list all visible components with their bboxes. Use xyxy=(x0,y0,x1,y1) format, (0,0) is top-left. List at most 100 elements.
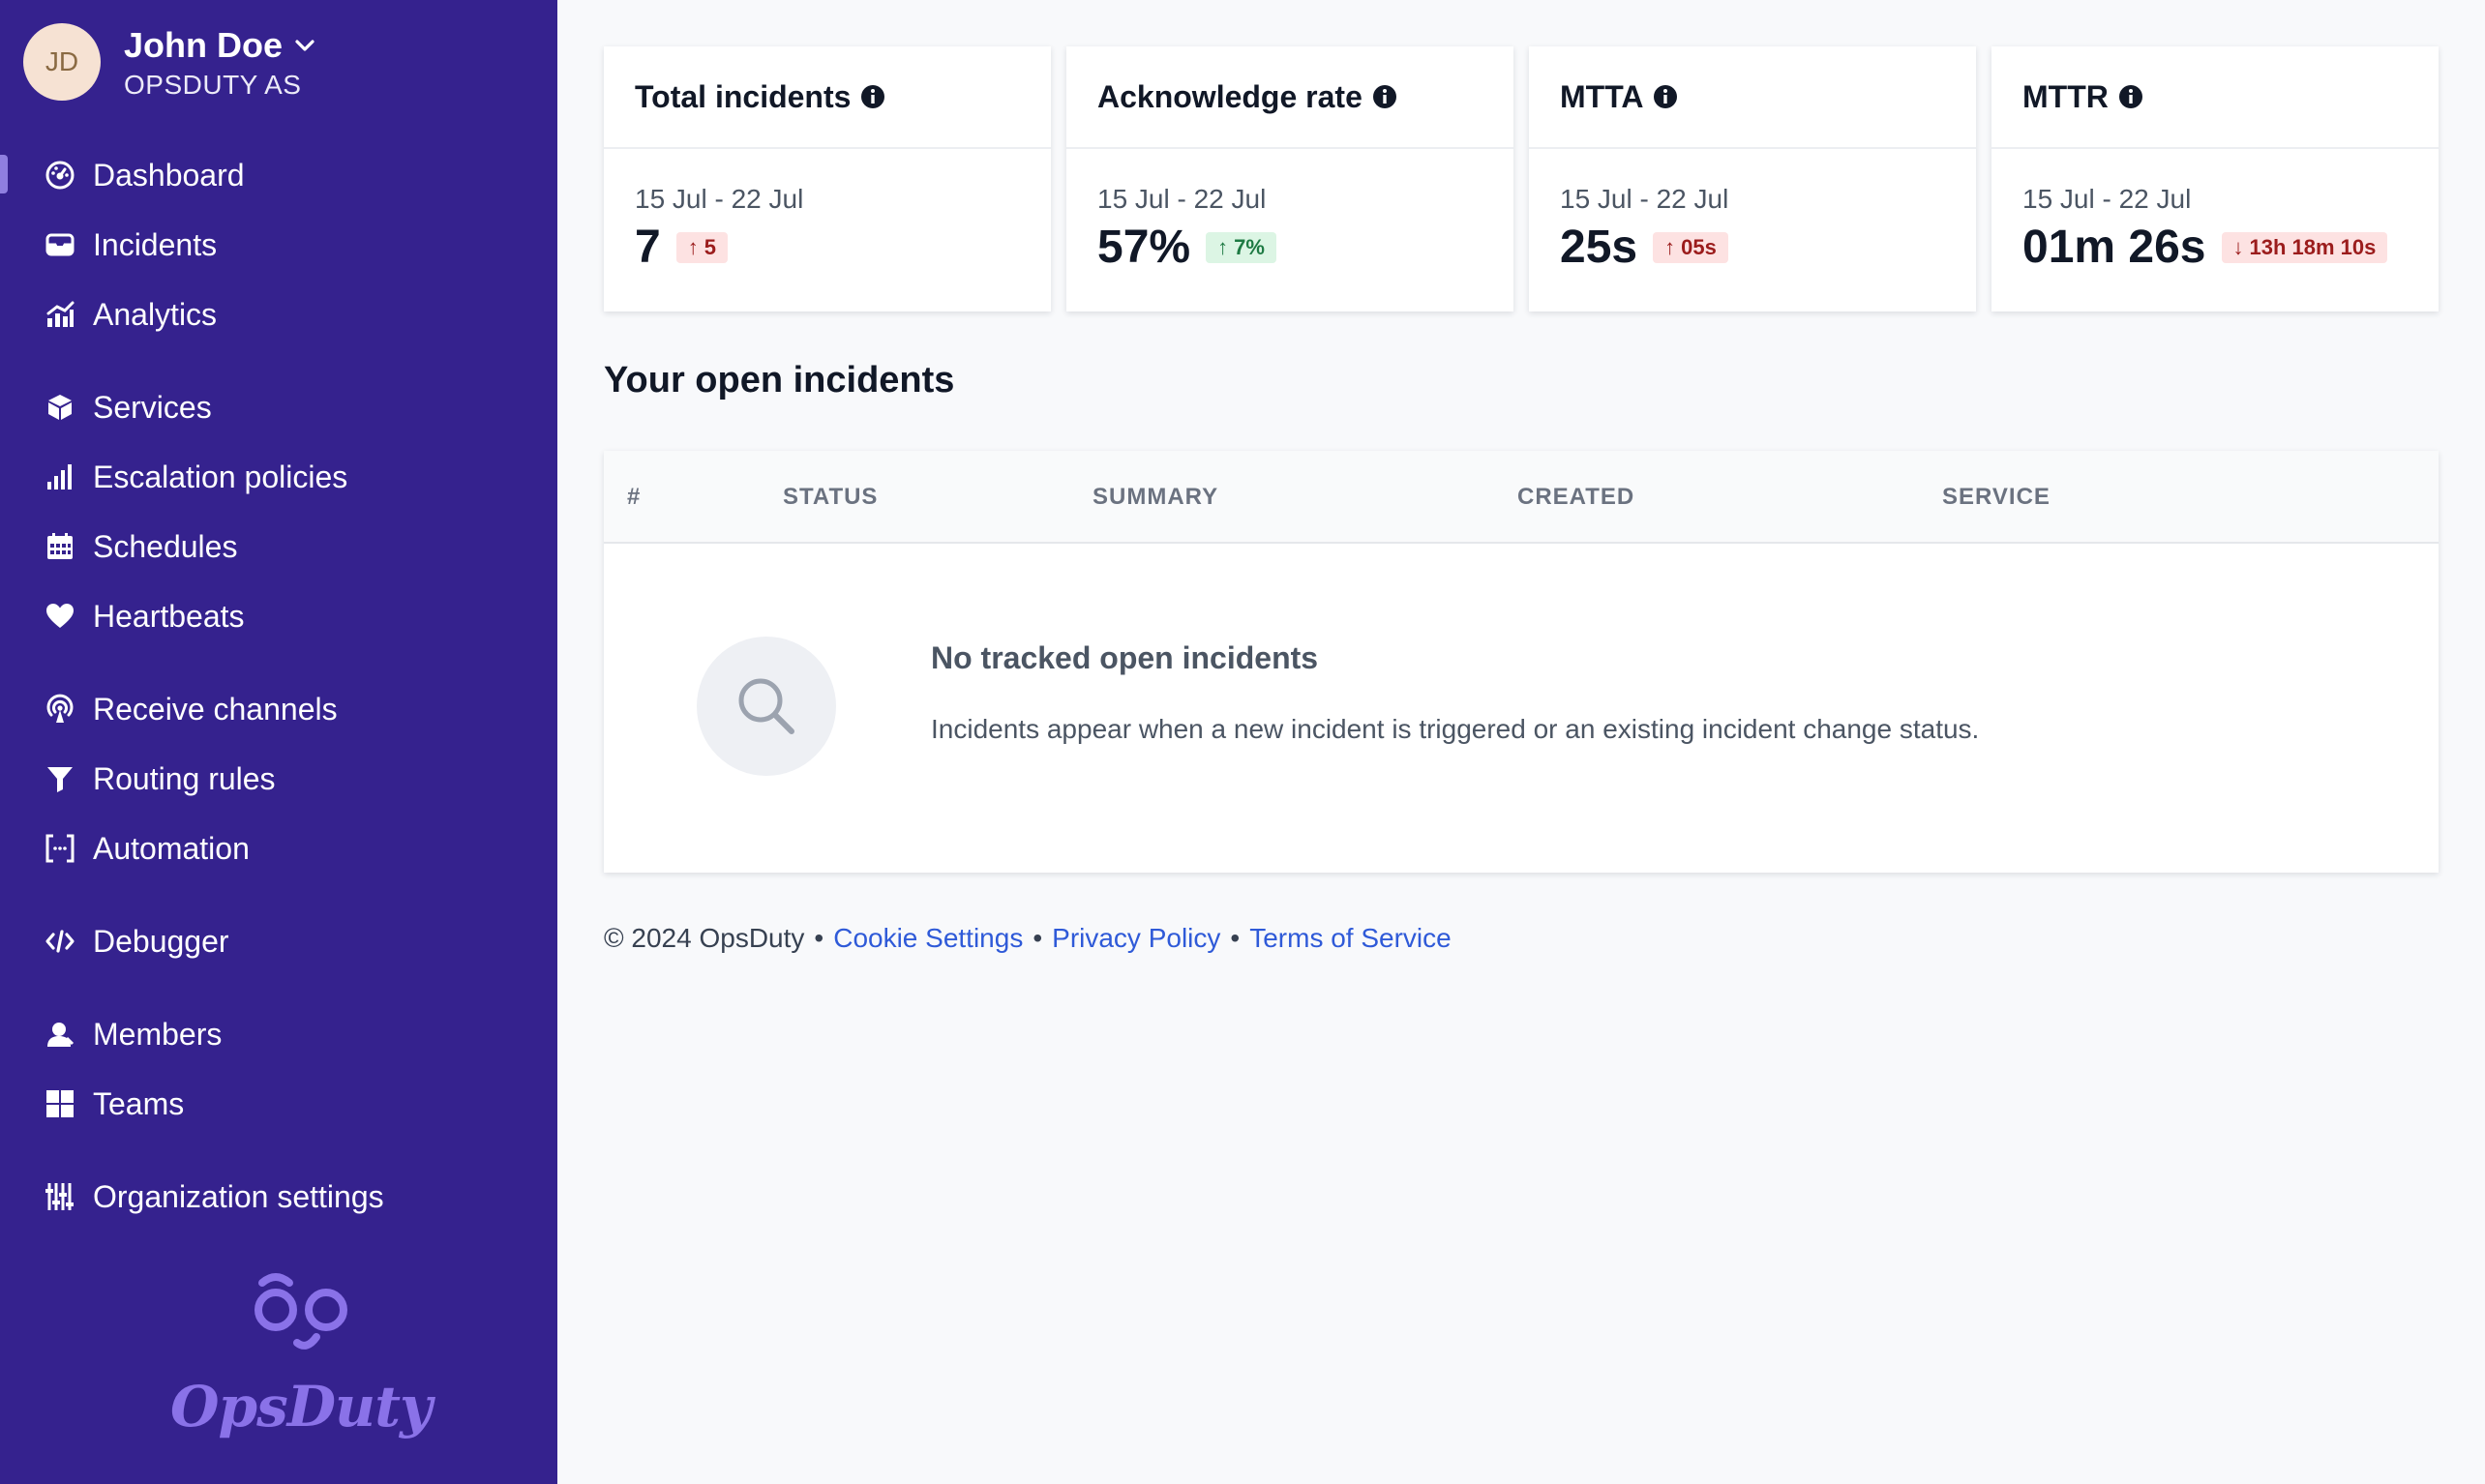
sidebar-item-escalation-policies[interactable]: Escalation policies xyxy=(43,454,347,500)
sidebar-item-services[interactable]: Services xyxy=(43,384,212,430)
active-nav-indicator xyxy=(0,155,8,193)
terms-of-service-link[interactable]: Terms of Service xyxy=(1249,923,1452,954)
info-icon[interactable] xyxy=(2118,84,2143,109)
code-icon xyxy=(43,924,77,959)
app-logo: OpsDuty xyxy=(170,1267,433,1439)
metric-cards: Total incidents 15 Jul - 22 Jul 7 ↑ 5 Ac… xyxy=(604,46,2439,312)
arrow-up-icon: ↑ xyxy=(687,234,699,259)
footer-separator: • xyxy=(1230,923,1241,953)
info-icon[interactable] xyxy=(1372,84,1397,109)
sidebar: JD John Doe OPSDUTY AS Dashboard Inciden… xyxy=(0,0,557,1484)
column-header-service[interactable]: SERVICE xyxy=(1942,451,2051,544)
arrow-down-icon: ↓ xyxy=(2232,234,2244,259)
sidebar-item-analytics[interactable]: Analytics xyxy=(43,291,217,338)
filter-funnel-icon xyxy=(43,761,77,796)
user-menu[interactable]: JD John Doe OPSDUTY AS xyxy=(23,23,315,101)
sidebar-item-label: Receive channels xyxy=(93,691,338,727)
metric-value-row: 25s ↑ 05s xyxy=(1560,221,1728,274)
user-info: John Doe OPSDUTY AS xyxy=(124,23,315,101)
sidebar-item-label: Dashboard xyxy=(93,157,245,193)
metric-card-header: MTTR xyxy=(1991,46,2439,149)
cookie-settings-link[interactable]: Cookie Settings xyxy=(833,923,1023,954)
user-name-row[interactable]: John Doe xyxy=(124,23,315,68)
metric-change-badge: ↑ 5 xyxy=(675,231,728,263)
open-incidents-title: Your open incidents xyxy=(604,360,955,401)
metric-date-range: 15 Jul - 22 Jul xyxy=(1560,184,1729,214)
info-icon[interactable] xyxy=(860,84,885,109)
dashboard-gauge-icon xyxy=(43,158,77,193)
metric-card-header: MTTA xyxy=(1529,46,1976,149)
metric-date-range: 15 Jul - 22 Jul xyxy=(635,184,804,214)
metric-card-mttr: MTTR 15 Jul - 22 Jul 01m 26s ↓ 13h 18m 1… xyxy=(1991,46,2439,312)
sidebar-item-heartbeats[interactable]: Heartbeats xyxy=(43,593,245,639)
table-header: # STATUS SUMMARY CREATED SERVICE xyxy=(604,451,2439,544)
empty-state-description: Incidents appear when a new incident is … xyxy=(931,714,1980,744)
metric-title: MTTR xyxy=(2022,78,2109,114)
footer-separator: • xyxy=(814,923,824,953)
metric-title: MTTA xyxy=(1560,78,1644,114)
metric-date-range: 15 Jul - 22 Jul xyxy=(1097,184,1267,214)
metric-value-row: 57% ↑ 7% xyxy=(1097,221,1276,274)
chevron-down-icon[interactable] xyxy=(294,39,315,52)
sliders-icon xyxy=(43,1179,77,1214)
sidebar-item-incidents[interactable]: Incidents xyxy=(43,222,217,268)
metric-date-range: 15 Jul - 22 Jul xyxy=(2022,184,2192,214)
logo-wordmark: OpsDuty xyxy=(170,1374,433,1439)
metric-value-row: 7 ↑ 5 xyxy=(635,221,728,274)
bar-levels-icon xyxy=(43,460,77,494)
sidebar-item-organization-settings[interactable]: Organization settings xyxy=(43,1173,384,1220)
column-header-created[interactable]: CREATED xyxy=(1517,451,1634,544)
opsduty-logo-mark-icon xyxy=(254,1273,347,1350)
sidebar-item-label: Routing rules xyxy=(93,760,276,796)
sidebar-item-dashboard[interactable]: Dashboard xyxy=(43,152,245,198)
sidebar-item-label: Heartbeats xyxy=(93,598,245,634)
heart-icon xyxy=(43,599,77,634)
cube-icon xyxy=(43,390,77,425)
main-content: Total incidents 15 Jul - 22 Jul 7 ↑ 5 Ac… xyxy=(557,0,2485,1484)
sidebar-item-schedules[interactable]: Schedules xyxy=(43,523,237,570)
sidebar-item-label: Organization settings xyxy=(93,1178,384,1214)
footer-separator: • xyxy=(1033,923,1043,953)
metric-change-badge: ↓ 13h 18m 10s xyxy=(2221,231,2388,263)
sidebar-item-label: Automation xyxy=(93,830,250,866)
inbox-icon xyxy=(43,227,77,262)
metric-card-mtta: MTTA 15 Jul - 22 Jul 25s ↑ 05s xyxy=(1529,46,1976,312)
metric-change-value: 13h 18m 10s xyxy=(2249,234,2377,259)
metric-change-badge: ↑ 7% xyxy=(1206,231,1276,263)
sidebar-item-receive-channels[interactable]: Receive channels xyxy=(43,686,338,732)
sidebar-item-label: Members xyxy=(93,1016,223,1052)
metric-value: 57% xyxy=(1097,222,1191,273)
privacy-policy-link[interactable]: Privacy Policy xyxy=(1052,923,1220,954)
metric-card-header: Total incidents xyxy=(604,46,1051,149)
info-icon[interactable] xyxy=(1653,84,1678,109)
metric-change-value: 7% xyxy=(1234,234,1265,259)
sidebar-item-routing-rules[interactable]: Routing rules xyxy=(43,756,276,802)
metric-value: 01m 26s xyxy=(2022,222,2206,273)
metric-value: 7 xyxy=(635,222,661,273)
sidebar-item-label: Teams xyxy=(93,1085,185,1121)
sidebar-item-automation[interactable]: Automation xyxy=(43,825,250,872)
user-icon xyxy=(43,1017,77,1052)
metric-change-value: 5 xyxy=(704,234,716,259)
copyright: © 2024 OpsDuty xyxy=(604,923,805,953)
metric-card-acknowledge-rate: Acknowledge rate 15 Jul - 22 Jul 57% ↑ 7… xyxy=(1066,46,1513,312)
sidebar-item-label: Schedules xyxy=(93,528,238,564)
metric-value-row: 01m 26s ↓ 13h 18m 10s xyxy=(2022,221,2388,274)
column-header-status[interactable]: STATUS xyxy=(783,451,878,544)
sidebar-item-teams[interactable]: Teams xyxy=(43,1081,184,1127)
metric-change-badge: ↑ 05s xyxy=(1653,231,1728,263)
metric-title: Acknowledge rate xyxy=(1097,78,1362,114)
avatar[interactable]: JD xyxy=(23,23,101,101)
column-header-summary[interactable]: SUMMARY xyxy=(1093,451,1218,544)
analytics-chart-icon xyxy=(43,297,77,332)
search-icon xyxy=(738,678,794,734)
sidebar-item-debugger[interactable]: Debugger xyxy=(43,918,229,965)
sidebar-item-members[interactable]: Members xyxy=(43,1011,222,1057)
sidebar-item-label: Escalation policies xyxy=(93,459,348,494)
calendar-icon xyxy=(43,529,77,564)
metric-value: 25s xyxy=(1560,222,1638,273)
sidebar-item-label: Incidents xyxy=(93,226,218,262)
column-header-number[interactable]: # xyxy=(627,451,641,544)
grid-icon xyxy=(43,1086,77,1121)
arrow-up-icon: ↑ xyxy=(1217,234,1229,259)
